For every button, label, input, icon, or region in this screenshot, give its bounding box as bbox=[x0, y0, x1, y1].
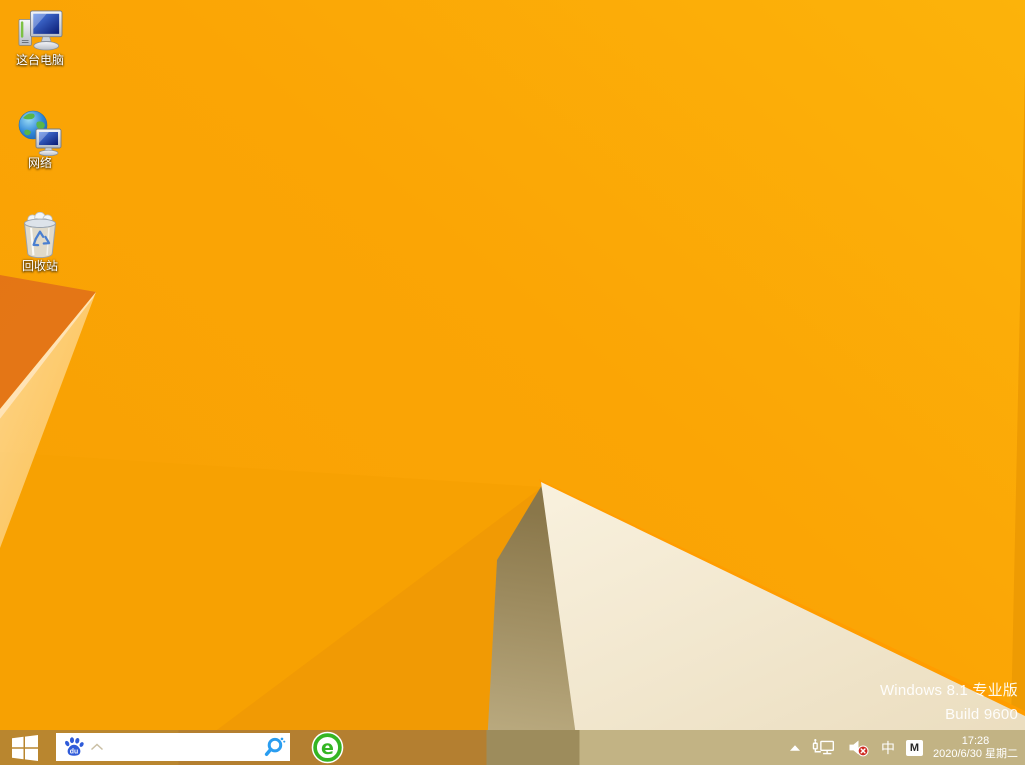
watermark-build: Build 9600 bbox=[880, 703, 1018, 727]
network-globe-icon bbox=[17, 110, 63, 156]
tray-expand-icon bbox=[789, 744, 801, 752]
os-watermark: Windows 8.1 专业版 Build 9600 bbox=[880, 679, 1018, 727]
ime-language-indicator[interactable]: 中 bbox=[881, 741, 895, 755]
search-button[interactable] bbox=[261, 734, 287, 760]
green-e-browser-icon: e bbox=[311, 731, 344, 764]
desktop-icon-recycle-bin[interactable]: 回收站 bbox=[4, 212, 76, 273]
tray-expand-button[interactable] bbox=[789, 744, 801, 752]
ime-mode-button[interactable]: M bbox=[906, 740, 923, 756]
ime-mode-icon: M bbox=[906, 740, 923, 756]
taskbar: du e bbox=[0, 730, 1025, 765]
baidu-paw-icon[interactable]: du bbox=[63, 736, 85, 758]
tray-volume-button[interactable] bbox=[847, 738, 870, 757]
baidu-search-icon bbox=[262, 735, 286, 759]
clock-date: 2020/6/30 星期二 bbox=[933, 748, 1018, 761]
desktop: 这台电脑 网络 bbox=[0, 0, 1025, 765]
taskbar-search-box[interactable]: du bbox=[56, 733, 290, 761]
desktop-icon-label: 网络 bbox=[4, 157, 76, 170]
svg-text:du: du bbox=[70, 749, 78, 756]
this-pc-icon bbox=[17, 9, 63, 53]
start-button[interactable] bbox=[0, 730, 50, 765]
clock-time: 17:28 bbox=[933, 735, 1018, 748]
watermark-edition: Windows 8.1 专业版 bbox=[880, 679, 1018, 703]
svg-text:e: e bbox=[321, 737, 334, 759]
browser-button[interactable]: e bbox=[311, 731, 344, 764]
system-tray: 中 M 17:28 2020/6/30 星期二 bbox=[778, 730, 1023, 765]
taskbar-clock[interactable]: 17:28 2020/6/30 星期二 bbox=[933, 735, 1018, 761]
recycle-bin-icon bbox=[19, 212, 61, 259]
volume-muted-icon bbox=[847, 738, 870, 757]
desktop-icon-label: 回收站 bbox=[4, 260, 76, 273]
tray-network-button[interactable] bbox=[812, 738, 836, 757]
wired-network-icon bbox=[812, 738, 836, 757]
desktop-icon-network[interactable]: 网络 bbox=[4, 110, 76, 170]
desktop-icon-label: 这台电脑 bbox=[4, 54, 76, 67]
windows-start-icon bbox=[12, 735, 38, 761]
chevron-up-icon[interactable] bbox=[90, 743, 104, 751]
search-input[interactable] bbox=[104, 733, 261, 761]
desktop-icon-this-pc[interactable]: 这台电脑 bbox=[4, 9, 76, 67]
